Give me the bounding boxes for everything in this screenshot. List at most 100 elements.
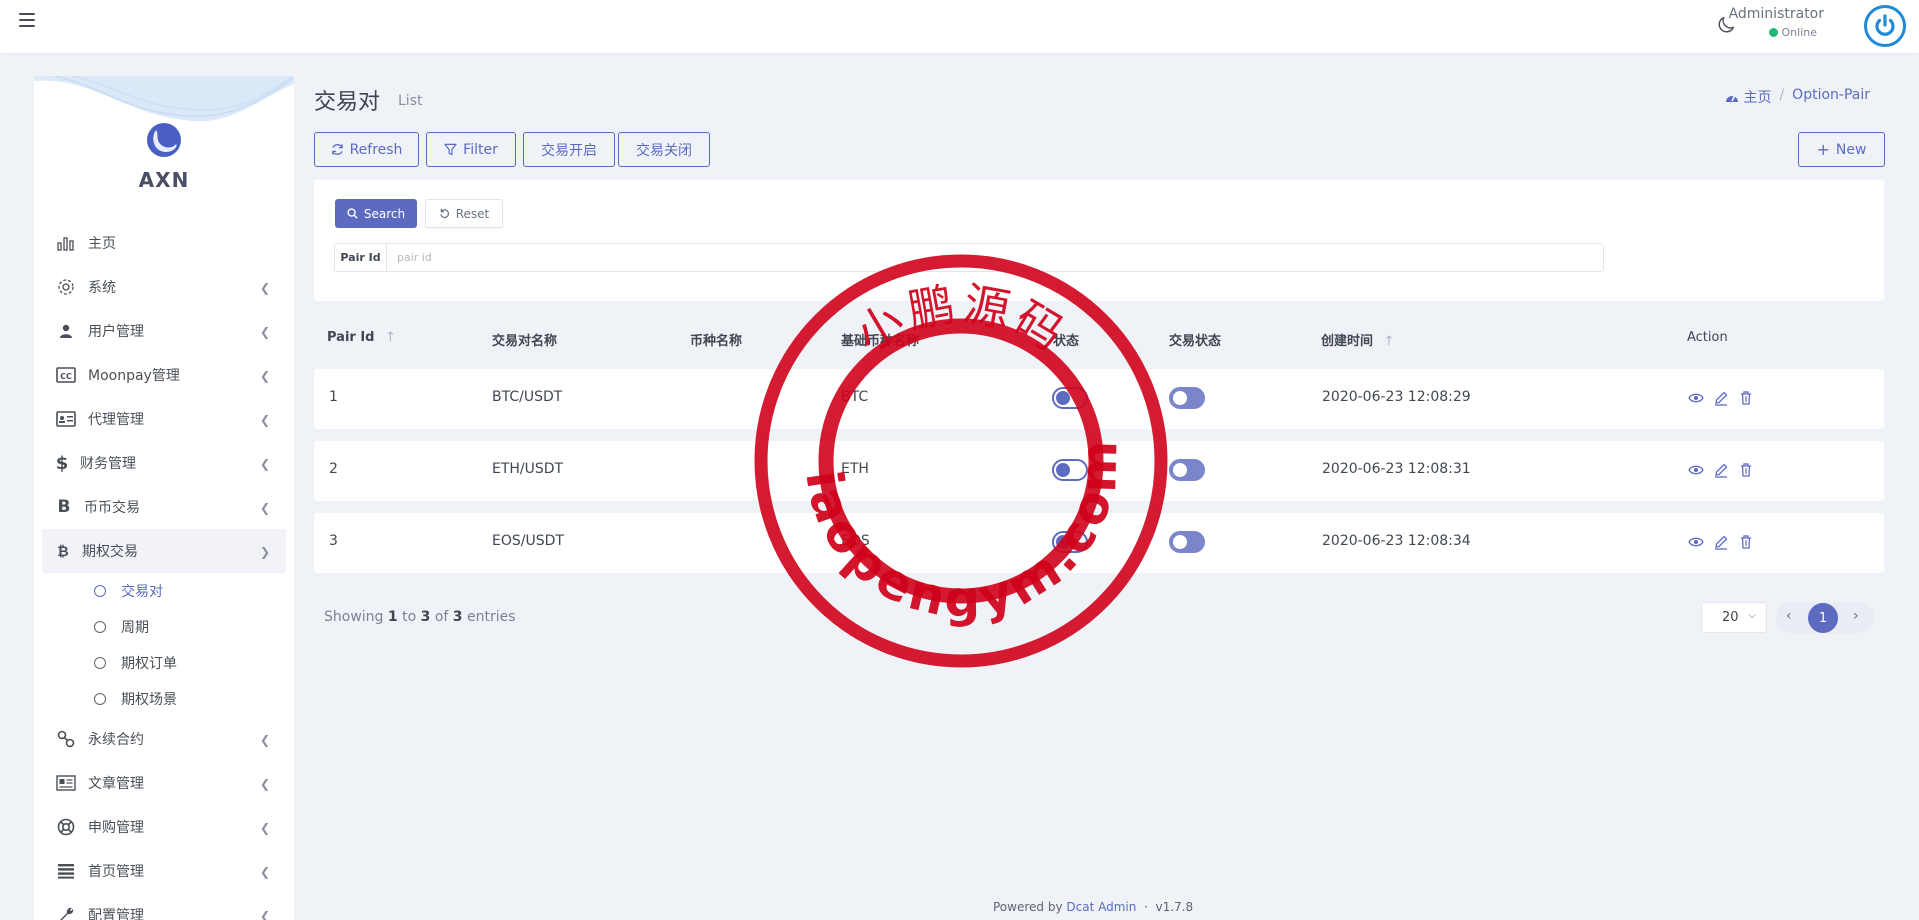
sidebar-item-label: 系统: [88, 280, 116, 296]
dashboard-icon: [1726, 95, 1738, 102]
sidebar-wave-decoration: [34, 76, 294, 122]
sidebar-item-label: 永续合约: [88, 732, 144, 748]
user-icon: [56, 321, 76, 341]
search-icon: [347, 208, 358, 219]
filter-icon: [444, 143, 457, 156]
sidebar-item-agent[interactable]: 代理管理 ❮: [34, 397, 294, 441]
trade-status-toggle[interactable]: [1169, 387, 1205, 409]
id-card-icon: [56, 409, 76, 429]
column-header-created-at[interactable]: 创建时间 ↑: [1321, 330, 1394, 349]
trade-status-toggle[interactable]: [1169, 531, 1205, 553]
search-button[interactable]: Search: [335, 199, 417, 228]
delete-trash-icon[interactable]: [1738, 390, 1754, 406]
cell-pair-name: EOS/USDT: [492, 533, 564, 549]
cell-created-at: 2020-06-23 12:08:31: [1322, 461, 1471, 477]
sidebar-subitem-periods[interactable]: 周期: [34, 609, 294, 645]
sidebar-item-perpetual[interactable]: 永续合约 ❮: [34, 717, 294, 761]
toggle-knob: [1056, 463, 1070, 477]
sidebar-item-label: 用户管理: [88, 324, 144, 340]
pair-id-input[interactable]: [387, 244, 1603, 271]
refresh-button[interactable]: Refresh: [314, 132, 419, 167]
brand-name[interactable]: AXN: [34, 168, 294, 192]
lifering-icon: [56, 817, 76, 837]
bar-chart-icon: [56, 233, 76, 253]
trade-status-toggle[interactable]: [1169, 459, 1205, 481]
dollar-icon: $: [55, 452, 69, 474]
sidebar-subitem-pairs[interactable]: 交易对: [34, 573, 294, 609]
page-title: 交易对: [314, 90, 381, 115]
table-row: 3 EOS/USDT EOS 2020-06-23 12:08:34: [314, 513, 1884, 573]
breadcrumb-current: Option-Pair: [1792, 87, 1870, 103]
table-row: 2 ETH/USDT ETH 2020-06-23 12:08:31: [314, 441, 1884, 501]
view-eye-icon[interactable]: [1688, 390, 1704, 406]
delete-trash-icon[interactable]: [1738, 462, 1754, 478]
toggle-knob: [1173, 391, 1187, 405]
chevron-left-icon: ❮: [259, 369, 270, 383]
sidebar-item-label: 期权交易: [82, 544, 138, 560]
status-toggle[interactable]: [1052, 531, 1088, 553]
user-name[interactable]: Administrator: [1729, 6, 1824, 22]
next-page-icon[interactable]: ›: [1853, 608, 1859, 624]
new-button[interactable]: + New: [1798, 132, 1885, 167]
sidebar-item-label: 申购管理: [88, 820, 144, 836]
sidebar-item-articles[interactable]: 文章管理 ❮: [34, 761, 294, 805]
sidebar-item-home[interactable]: 主页: [34, 221, 294, 265]
breadcrumb-home[interactable]: 主页: [1725, 87, 1771, 107]
per-page-select[interactable]: 20 ⌵: [1701, 602, 1767, 633]
sort-arrow-icon[interactable]: ↑: [385, 330, 396, 345]
chevron-down-icon: ⌵: [1748, 610, 1756, 621]
chevron-left-icon: ❮: [259, 325, 270, 339]
reset-button[interactable]: Reset: [425, 199, 503, 228]
column-header-pair-id[interactable]: Pair Id ↑: [327, 330, 396, 345]
avatar[interactable]: [1864, 5, 1906, 47]
sidebar-item-config[interactable]: 配置管理 ❮: [34, 893, 294, 920]
bitcoin-icon: ₿: [57, 543, 69, 560]
sort-arrow-icon[interactable]: ↑: [1384, 334, 1395, 349]
circle-icon: [94, 693, 106, 705]
edit-pencil-icon[interactable]: [1713, 462, 1729, 478]
sidebar-menu: 主页 系统 ❮ 用户管理 ❮ CC Moonpay管理 ❮ 代理管理 ❮ $ 财…: [34, 221, 294, 920]
sidebar-item-users[interactable]: 用户管理 ❮: [34, 309, 294, 353]
cell-pair-id: 1: [329, 389, 338, 405]
sidebar-item-finance[interactable]: $ 财务管理 ❮: [34, 441, 294, 485]
cell-pair-name: ETH/USDT: [492, 461, 564, 477]
edit-pencil-icon[interactable]: [1713, 534, 1729, 550]
status-toggle[interactable]: [1052, 459, 1088, 481]
sidebar-item-homepage[interactable]: 首页管理 ❮: [34, 849, 294, 893]
edit-pencil-icon[interactable]: [1713, 390, 1729, 406]
cell-created-at: 2020-06-23 12:08:29: [1322, 389, 1471, 405]
view-eye-icon[interactable]: [1688, 462, 1704, 478]
svg-text:CC: CC: [60, 372, 72, 381]
list-icon: [56, 861, 76, 881]
link-icon: [56, 729, 76, 749]
sidebar-item-label: 主页: [88, 236, 116, 252]
open-trade-button[interactable]: 交易开启: [523, 132, 615, 167]
bitcoin-b-icon: B: [57, 497, 71, 517]
column-header-status: 状态: [1053, 334, 1080, 349]
sidebar-item-moonpay[interactable]: CC Moonpay管理 ❮: [34, 353, 294, 397]
close-trade-button[interactable]: 交易关闭: [618, 132, 710, 167]
chevron-left-icon: ❮: [259, 733, 270, 747]
delete-trash-icon[interactable]: [1738, 534, 1754, 550]
page-subtitle: List: [398, 93, 423, 109]
menu-toggle-icon[interactable]: [19, 13, 35, 27]
chevron-down-icon: ❯: [259, 545, 270, 559]
prev-page-icon[interactable]: ‹: [1786, 608, 1792, 624]
footer-link[interactable]: Dcat Admin: [1066, 900, 1136, 914]
toggle-knob: [1173, 535, 1187, 549]
sidebar-item-system[interactable]: 系统 ❮: [34, 265, 294, 309]
circle-icon: [94, 585, 106, 597]
user-status: Online: [1768, 26, 1817, 39]
sidebar-subitem-option-orders[interactable]: 期权订单: [34, 645, 294, 681]
status-toggle[interactable]: [1052, 387, 1088, 409]
brand-logo-icon: [147, 123, 181, 157]
sidebar-item-spot-trading[interactable]: B 币币交易 ❮: [34, 485, 294, 529]
pair-id-filter: Pair Id: [334, 243, 1604, 272]
sidebar-item-subscriptions[interactable]: 申购管理 ❮: [34, 805, 294, 849]
sidebar-item-options-trading[interactable]: ₿ 期权交易 ❯: [42, 529, 286, 573]
view-eye-icon[interactable]: [1688, 534, 1704, 550]
chevron-left-icon: ❮: [259, 821, 270, 835]
sidebar-subitem-option-scenes[interactable]: 期权场景: [34, 681, 294, 717]
page-number-current[interactable]: 1: [1808, 603, 1838, 633]
filter-button[interactable]: Filter: [426, 132, 516, 167]
